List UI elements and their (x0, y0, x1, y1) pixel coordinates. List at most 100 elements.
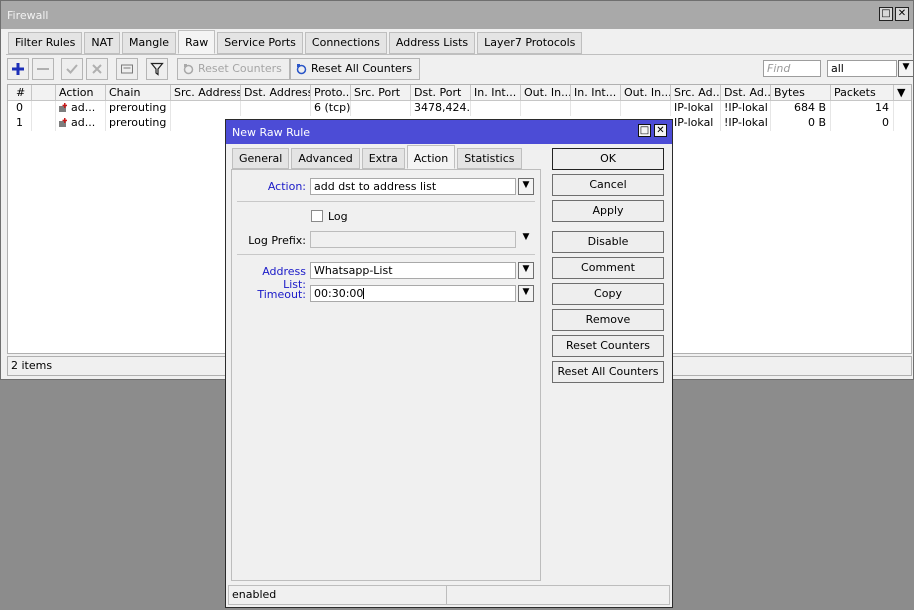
cell-blank (32, 101, 56, 116)
cell-src-address-list: IP-lokal (671, 101, 721, 116)
col-dst-address[interactable]: Dst. Address (241, 85, 311, 101)
dialog-titlebar[interactable]: New Raw Rule □ ✕ (226, 120, 672, 144)
col-dst-port[interactable]: Dst. Port (411, 85, 471, 101)
cell-in-interface (471, 101, 521, 116)
maximize-icon[interactable]: □ (638, 124, 651, 137)
timeout-dropdown-arrow[interactable]: ▼ (518, 285, 534, 302)
reset-all-counters-button[interactable]: Reset All Counters (552, 361, 664, 383)
action-dropdown-arrow[interactable]: ▼ (518, 178, 534, 195)
tab-service-ports[interactable]: Service Ports (217, 32, 303, 54)
check-icon (66, 64, 78, 74)
col-action[interactable]: Action (56, 85, 106, 101)
cancel-button[interactable]: Cancel (552, 174, 664, 196)
add-button[interactable] (7, 58, 29, 80)
tab-action[interactable]: Action (406, 145, 456, 169)
tab-filter-rules[interactable]: Filter Rules (8, 32, 83, 54)
apply-button[interactable]: Apply (552, 200, 664, 222)
reset-counters-button[interactable]: Reset Counters (177, 58, 290, 80)
cell-in-interface-list (571, 101, 621, 116)
tab-extra[interactable]: Extra (361, 148, 405, 169)
col-blank[interactable] (32, 85, 56, 101)
col-src-address-list[interactable]: Src. Ad... (671, 85, 721, 101)
log-checkbox[interactable] (311, 210, 323, 222)
col-out-interface-list[interactable]: Out. In... (621, 85, 671, 101)
copy-button[interactable]: Copy (552, 283, 664, 305)
dialog-title: New Raw Rule (232, 126, 311, 139)
filter-icon (150, 62, 164, 76)
reset-counters-button[interactable]: Reset Counters (552, 335, 664, 357)
find-input[interactable]: Find (763, 60, 821, 77)
tab-layer7-protocols[interactable]: Layer7 Protocols (477, 32, 583, 54)
column-menu-arrow[interactable]: ▼ (894, 85, 911, 101)
address-list-dropdown-arrow[interactable]: ▼ (518, 262, 534, 279)
close-icon[interactable]: ✕ (654, 124, 667, 137)
tab-nat[interactable]: NAT (84, 32, 121, 54)
col-protocol[interactable]: Proto... (311, 85, 351, 101)
col-src-address[interactable]: Src. Address (171, 85, 241, 101)
action-panel: Action: add dst to address list ▼ Log Lo… (231, 169, 541, 581)
cell-src-port (351, 101, 411, 116)
minus-icon (37, 68, 49, 70)
col-chain[interactable]: Chain (106, 85, 171, 101)
cell-out-interface (521, 101, 571, 116)
text-cursor (363, 288, 365, 299)
timeout-label: Timeout: (257, 288, 306, 301)
firewall-titlebar[interactable]: Firewall □ ✕ (1, 1, 913, 29)
remove-button[interactable]: Remove (552, 309, 664, 331)
add-to-list-icon (59, 103, 67, 112)
ok-button[interactable]: OK (552, 148, 664, 170)
log-label: Log (328, 210, 348, 223)
new-raw-rule-dialog: New Raw Rule □ ✕ General Advanced Extra … (225, 119, 673, 608)
close-icon[interactable]: ✕ (895, 7, 909, 21)
cell-out-interface-list (621, 101, 671, 116)
cell-action: ad... (56, 101, 106, 116)
cell-chain: prerouting (106, 116, 171, 131)
tab-divider (6, 54, 912, 55)
cell-action: ad... (56, 116, 106, 131)
enable-button[interactable] (61, 58, 83, 80)
remove-button[interactable] (32, 58, 54, 80)
disable-button[interactable] (86, 58, 108, 80)
comment-button[interactable]: Comment (552, 257, 664, 279)
add-to-list-icon (59, 118, 67, 127)
cell-dst-address-list: !IP-lokal (721, 116, 771, 131)
separator (237, 201, 535, 202)
col-in-interface[interactable]: In. Int... (471, 85, 521, 101)
tab-mangle[interactable]: Mangle (122, 32, 177, 54)
maximize-icon[interactable]: □ (879, 7, 893, 21)
comment-button[interactable] (116, 58, 138, 80)
tab-address-lists[interactable]: Address Lists (388, 32, 476, 54)
reset-all-counters-label: Reset All Counters (311, 62, 413, 75)
tab-connections[interactable]: Connections (304, 32, 387, 54)
disable-button[interactable]: Disable (552, 231, 664, 253)
tab-advanced[interactable]: Advanced (291, 148, 360, 169)
col-packets[interactable]: Packets (831, 85, 894, 101)
col-in-interface-list[interactable]: In. Int... (571, 85, 621, 101)
tab-raw[interactable]: Raw (178, 30, 216, 54)
tab-statistics[interactable]: Statistics (457, 148, 522, 169)
cell-protocol: 6 (tcp) (311, 101, 351, 116)
cell-chain: prerouting (106, 101, 171, 116)
col-src-port[interactable]: Src. Port (351, 85, 411, 101)
col-bytes[interactable]: Bytes (771, 85, 831, 101)
filter-button[interactable] (146, 58, 168, 80)
address-list-input[interactable]: Whatsapp-List (310, 262, 516, 279)
reset-counters-label: Reset Counters (198, 62, 282, 75)
action-select[interactable]: add dst to address list (310, 178, 516, 195)
filter-select[interactable]: all (827, 60, 897, 77)
filter-dropdown-arrow[interactable]: ▼ (898, 60, 914, 77)
firewall-toolbar: Reset Counters Reset All Counters Find a… (7, 58, 914, 80)
log-prefix-input[interactable] (310, 231, 516, 248)
timeout-input[interactable]: 00:30:00 (310, 285, 516, 302)
col-out-interface[interactable]: Out. In... (521, 85, 571, 101)
log-prefix-dropdown-arrow[interactable]: ▼ (518, 231, 534, 248)
table-row[interactable]: 0 ad... prerouting 6 (tcp) 3478,424... I… (8, 101, 911, 116)
reset-all-counters-button[interactable]: Reset All Counters (290, 58, 421, 80)
rule-status: enabled (229, 586, 447, 604)
x-icon (92, 64, 102, 74)
col-dst-address-list[interactable]: Dst. Ad... (721, 85, 771, 101)
col-num[interactable]: # (8, 85, 32, 101)
action-label: Action: (267, 180, 306, 193)
cell-packets: 0 (831, 116, 894, 131)
tab-general[interactable]: General (232, 148, 290, 169)
